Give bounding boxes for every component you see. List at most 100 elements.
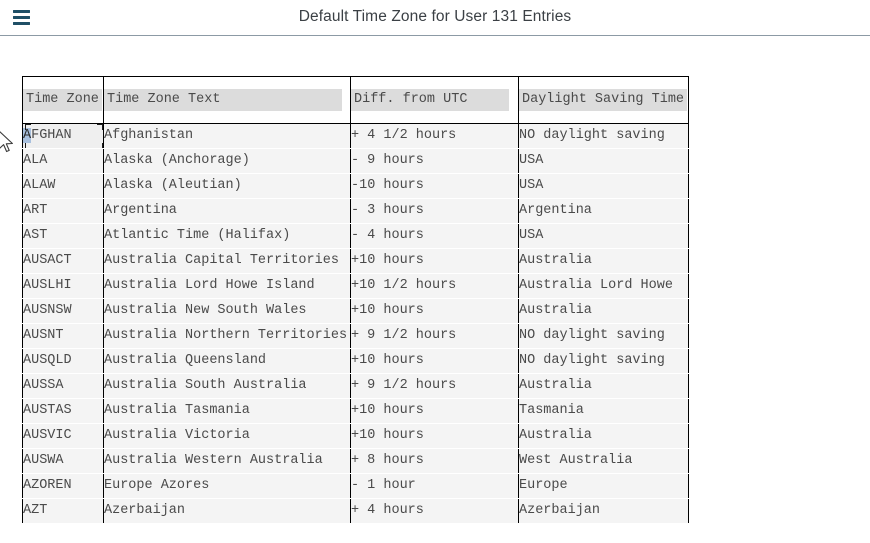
table-row[interactable]: ALA Alaska (Anchorage) -9 hours USA xyxy=(22,148,689,174)
cell-daylight-saving-time[interactable]: NO daylight saving xyxy=(518,348,689,374)
cell-diff-from-utc[interactable]: +4 hours xyxy=(350,498,519,524)
cell-time-zone[interactable]: AUSWA xyxy=(22,448,104,474)
cell-time-zone-text[interactable]: Australia Queensland xyxy=(103,348,351,374)
column-header-diff-from-utc[interactable]: Diff. from UTC xyxy=(350,76,519,124)
cell-diff-from-utc[interactable]: +10 hours xyxy=(350,248,519,274)
cell-time-zone-text[interactable]: Australia Tasmania xyxy=(103,398,351,424)
cell-diff-from-utc[interactable]: -1 hour xyxy=(350,473,519,499)
cell-diff-from-utc[interactable]: +10 hours xyxy=(350,398,519,424)
table-row[interactable]: AUSSA Australia South Australia +9 1/2 hour… xyxy=(22,373,689,399)
cell-diff-from-utc[interactable]: +9 1/2 hours xyxy=(350,373,519,399)
cell-time-zone-text[interactable]: Alaska (Aleutian) xyxy=(103,173,351,199)
cell-time-zone[interactable]: ALAW xyxy=(22,173,104,199)
cell-time-zone[interactable]: ART xyxy=(22,198,104,224)
diff-unit: hours xyxy=(383,253,424,268)
cell-daylight-saving-time[interactable]: NO daylight saving xyxy=(518,323,689,349)
cell-time-zone[interactable]: AZT xyxy=(22,498,104,524)
cell-daylight-saving-time[interactable]: USA xyxy=(518,223,689,249)
cell-daylight-saving-time[interactable]: NO daylight saving xyxy=(518,123,689,149)
cell-time-zone-text[interactable]: Argentina xyxy=(103,198,351,224)
diff-sign: - xyxy=(351,203,360,218)
table-row[interactable]: AZOREN Europe Azores -1 hour Europe xyxy=(22,473,689,499)
cell-diff-from-utc[interactable]: -10 hours xyxy=(350,173,519,199)
cell-daylight-saving-time[interactable]: USA xyxy=(518,148,689,174)
column-header-daylight-saving-time[interactable]: Daylight Saving Time xyxy=(518,76,689,124)
cell-diff-from-utc[interactable]: +10 hours xyxy=(350,423,519,449)
cell-daylight-saving-time[interactable]: Azerbaijan xyxy=(518,498,689,524)
cell-daylight-saving-time[interactable]: Australia xyxy=(518,373,689,399)
table-row[interactable]: AUSVIC Australia Victoria +10 hours Australi… xyxy=(22,423,689,449)
cell-daylight-saving-time[interactable]: Argentina xyxy=(518,198,689,224)
table-row[interactable]: ALAW Alaska (Aleutian) -10 hours USA xyxy=(22,173,689,199)
cell-time-zone-text[interactable]: Australia New South Wales xyxy=(103,298,351,324)
cell-time-zone-text[interactable]: Azerbaijan xyxy=(103,498,351,524)
cell-diff-from-utc[interactable]: +10 hours xyxy=(350,298,519,324)
cell-time-zone-text[interactable]: Europe Azores xyxy=(103,473,351,499)
table-row[interactable]: AUSNSW Australia New South Wales +10 hours A… xyxy=(22,298,689,324)
cell-time-zone-text[interactable]: Australia Victoria xyxy=(103,423,351,449)
cell-time-zone[interactable]: AUSQLD xyxy=(22,348,104,374)
cell-diff-from-utc[interactable]: +8 hours xyxy=(350,448,519,474)
cell-time-zone-text[interactable]: Australia Capital Territories xyxy=(103,248,351,274)
cell-diff-from-utc[interactable]: -4 hours xyxy=(350,223,519,249)
column-header-time-zone-text[interactable]: Time Zone Text xyxy=(103,76,351,124)
cell-daylight-saving-time[interactable]: USA xyxy=(518,173,689,199)
cell-time-zone-text[interactable]: Australia Lord Howe Island xyxy=(103,273,351,299)
table-row[interactable]: AZT Azerbaijan +4 hours Azerbaijan xyxy=(22,498,689,524)
table-header: Time Zone Time Zone Text Diff. from UTC … xyxy=(22,76,689,124)
cell-daylight-saving-time[interactable]: Tasmania xyxy=(518,398,689,424)
diff-number: 4 xyxy=(367,503,376,518)
diff-number: 10 xyxy=(359,428,376,443)
table-row[interactable]: AUSTAS Australia Tasmania +10 hours Tasmania xyxy=(22,398,689,424)
cell-time-zone[interactable]: AUSSA xyxy=(22,373,104,399)
cell-time-zone[interactable]: AUSACT xyxy=(22,248,104,274)
cell-time-zone-text[interactable]: Australia Northern Territories xyxy=(103,323,351,349)
cell-time-zone[interactable]: AUSVIC xyxy=(22,423,104,449)
cell-time-zone-focused[interactable]: AFGHAN xyxy=(22,123,104,149)
cell-time-zone[interactable]: AUSNT xyxy=(22,323,104,349)
table-row[interactable]: AUSWA Australia Western Australia +8 hours W… xyxy=(22,448,689,474)
diff-unit: hours xyxy=(383,428,424,443)
cell-daylight-saving-time[interactable]: Australia Lord Howe xyxy=(518,273,689,299)
diff-unit: hours xyxy=(383,303,424,318)
cell-time-zone[interactable]: AUSTAS xyxy=(22,398,104,424)
cell-diff-from-utc[interactable]: +9 1/2 hours xyxy=(350,323,519,349)
table-row[interactable]: AFGHAN Afghanistan +4 1/2 hours NO daylight … xyxy=(22,123,689,149)
cell-daylight-saving-time[interactable]: Australia xyxy=(518,248,689,274)
table-row[interactable]: AUSLHI Australia Lord Howe Island +10 1/2 h… xyxy=(22,273,689,299)
cell-time-zone[interactable]: AUSLHI xyxy=(22,273,104,299)
cell-time-zone[interactable]: ALA xyxy=(22,148,104,174)
table-row[interactable]: AUSNT Australia Northern Territories +9 1/2… xyxy=(22,323,689,349)
cell-diff-from-utc[interactable]: -9 hours xyxy=(350,148,519,174)
column-header-time-zone[interactable]: Time Zone xyxy=(22,76,104,124)
diff-number: 9 xyxy=(367,378,376,393)
diff-sign: - xyxy=(351,178,360,193)
cell-time-zone[interactable]: AST xyxy=(22,223,104,249)
table-header-row: Time Zone Time Zone Text Diff. from UTC … xyxy=(22,76,689,124)
cell-time-zone-text[interactable]: Australia South Australia xyxy=(103,373,351,399)
cell-time-zone-text[interactable]: Australia Western Australia xyxy=(103,448,351,474)
cell-daylight-saving-time[interactable]: Australia xyxy=(518,298,689,324)
cell-diff-from-utc[interactable]: -3 hours xyxy=(350,198,519,224)
cell-daylight-saving-time[interactable]: Australia xyxy=(518,423,689,449)
cell-time-zone-text: FGHAN xyxy=(31,128,72,143)
diff-unit: hours xyxy=(383,203,424,218)
diff-number: 9 xyxy=(367,153,376,168)
cell-time-zone[interactable]: AUSNSW xyxy=(22,298,104,324)
table-row[interactable]: AUSQLD Australia Queensland +10 hours NO day… xyxy=(22,348,689,374)
table-row[interactable]: AUSACT Australia Capital Territories +10 ho… xyxy=(22,248,689,274)
cell-diff-from-utc[interactable]: +4 1/2 hours xyxy=(350,123,519,149)
cell-diff-from-utc[interactable]: +10 hours xyxy=(350,348,519,374)
table-row[interactable]: ART Argentina -3 hours Argentina xyxy=(22,198,689,224)
cell-time-zone-text[interactable]: Atlantic Time (Halifax) xyxy=(103,223,351,249)
diff-sign: + xyxy=(351,128,360,143)
cell-time-zone-text[interactable]: Afghanistan xyxy=(103,123,351,149)
table-row[interactable]: AST Atlantic Time (Halifax) -4 hours USA xyxy=(22,223,689,249)
cell-daylight-saving-time[interactable]: West Australia xyxy=(518,448,689,474)
cell-diff-from-utc[interactable]: +10 1/2 hours xyxy=(350,273,519,299)
app-header-bar: Default Time Zone for User 131 Entries xyxy=(0,0,870,36)
cell-daylight-saving-time[interactable]: Europe xyxy=(518,473,689,499)
cell-time-zone-text[interactable]: Alaska (Anchorage) xyxy=(103,148,351,174)
cell-time-zone[interactable]: AZOREN xyxy=(22,473,104,499)
diff-number: 4 xyxy=(367,128,376,143)
